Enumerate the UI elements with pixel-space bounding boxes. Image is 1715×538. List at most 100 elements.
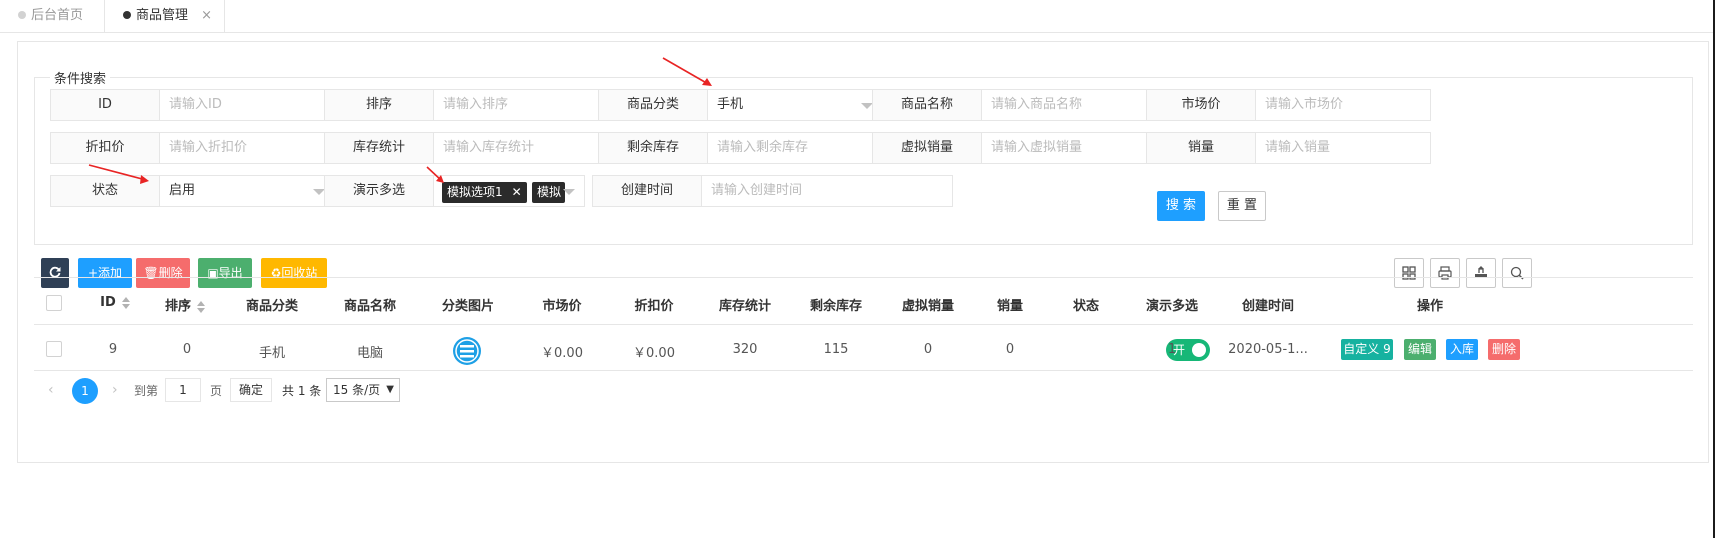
field-label: ID [50, 89, 160, 121]
col-header-market-price: 市场价 [542, 299, 582, 314]
annotation-arrow [662, 57, 712, 86]
cell-created: 2020-05-1... [1228, 342, 1308, 357]
prev-page-icon[interactable]: ‹ [48, 376, 54, 404]
field-label: 演示多选 [324, 175, 434, 207]
divider [34, 324, 1693, 325]
field-label: 剩余库存 [598, 132, 708, 164]
tab-label: 后台首页 [31, 8, 84, 23]
cell-discount-price: ￥0.00 [633, 346, 675, 361]
sort-icon[interactable] [197, 300, 205, 313]
col-header-category: 商品分类 [245, 299, 298, 314]
field-label: 创建时间 [592, 175, 702, 207]
sort-icon[interactable] [121, 296, 130, 309]
columns-button[interactable] [1394, 258, 1424, 288]
divider [34, 370, 1693, 371]
delete-row-button[interactable]: 删除 [1488, 339, 1520, 360]
tab-bar: 后台首页 商品管理 × [0, 0, 1713, 33]
stock-left-input[interactable]: 请输入剩余库存 [707, 132, 883, 164]
id-input[interactable]: 请输入ID [159, 89, 335, 121]
selected-tag: 模拟选项1 ✕ [442, 182, 527, 203]
col-header-name: 商品名称 [343, 299, 396, 314]
category-image-icon [453, 337, 481, 365]
add-button[interactable]: +添加 [78, 258, 132, 288]
stock-in-button[interactable]: 入库 [1446, 339, 1478, 360]
page-label: 页 [210, 384, 223, 398]
col-header-sort[interactable]: 排序 [150, 295, 220, 314]
col-header-status: 状态 [1072, 299, 1099, 314]
export-button[interactable]: ▣导出 [198, 258, 252, 288]
col-header-multi: 演示多选 [1145, 299, 1198, 314]
select-value: 启用 [169, 183, 196, 198]
divider [34, 277, 1693, 278]
refresh-button[interactable] [41, 258, 69, 288]
close-icon[interactable]: × [201, 0, 212, 32]
cell-multi: 1 [1167, 342, 1177, 357]
search-button[interactable]: 搜 索 [1157, 191, 1205, 221]
next-page-icon[interactable]: › [112, 376, 118, 404]
page-1-button[interactable]: 1 [72, 378, 98, 404]
tab-goods-management[interactable]: 商品管理 × [105, 0, 225, 32]
field-label: 商品分类 [598, 89, 708, 121]
field-label: 虚拟销量 [872, 132, 982, 164]
delete-button[interactable]: 🗑删除 [136, 258, 190, 288]
custom-action-button[interactable]: 自定义 9 [1341, 339, 1393, 360]
tab-dot-icon [18, 10, 26, 19]
col-header-discount-price: 折扣价 [634, 299, 674, 314]
sort-input[interactable]: 请输入排序 [433, 89, 609, 121]
divider [34, 244, 1693, 245]
created-input[interactable]: 请输入创建时间 [701, 175, 953, 207]
chevron-down-icon [563, 189, 575, 195]
page: 后台首页 商品管理 × 条件搜索 ID 请输入ID 排序 请输入排序 商品分类 … [0, 0, 1715, 538]
col-header-id[interactable]: ID [85, 295, 145, 310]
tag-label: 模拟 [537, 185, 562, 199]
goto-label: 到第 [134, 384, 159, 398]
tab-home[interactable]: 后台首页 [0, 0, 105, 32]
col-header-actions: 操作 [1416, 299, 1443, 314]
discount-price-input[interactable]: 请输入折扣价 [159, 132, 335, 164]
field-label: 市场价 [1146, 89, 1256, 121]
annotation-arrow [426, 166, 444, 183]
cell-name: 电脑 [356, 346, 383, 361]
export-table-button[interactable] [1466, 258, 1496, 288]
cell-sort: 0 [182, 342, 192, 357]
print-button[interactable] [1430, 258, 1460, 288]
edit-button[interactable]: 编辑 [1404, 339, 1436, 360]
row-checkbox[interactable] [46, 341, 62, 357]
annotation-arrow [88, 164, 149, 184]
cell-image[interactable] [452, 336, 482, 366]
cell-stock-left: 115 [823, 342, 849, 357]
market-price-input[interactable]: 请输入市场价 [1255, 89, 1431, 121]
selected-tag: 模拟 [532, 182, 565, 203]
field-label: 折扣价 [50, 132, 160, 164]
cell-category: 手机 [258, 346, 285, 361]
cell-stock-total: 320 [732, 342, 758, 357]
page-size-select[interactable]: 15 条/页 ▼ [326, 378, 400, 402]
tag-label: 模拟选项1 [447, 185, 503, 199]
search-toggle-button[interactable] [1502, 258, 1532, 288]
page-size-value: 15 条/页 [333, 383, 381, 397]
reset-button[interactable]: 重 置 [1218, 191, 1266, 221]
total-count: 共 1 条 [282, 384, 322, 398]
col-header-stock-total: 库存统计 [718, 299, 771, 314]
virtual-sales-input[interactable]: 请输入虚拟销量 [981, 132, 1157, 164]
name-input[interactable]: 请输入商品名称 [981, 89, 1157, 121]
category-select[interactable]: 手机 [707, 89, 883, 121]
search-legend: 条件搜索 [50, 68, 111, 87]
field-label: 销量 [1146, 132, 1256, 164]
stock-total-input[interactable]: 请输入库存统计 [433, 132, 609, 164]
col-header-stock-left: 剩余库存 [809, 299, 862, 314]
cell-market-price: ￥0.00 [541, 346, 583, 361]
close-icon[interactable]: ✕ [512, 185, 522, 199]
sales-input[interactable]: 请输入销量 [1255, 132, 1431, 164]
cell-sales: 0 [1005, 342, 1015, 357]
header-label: 排序 [164, 299, 191, 314]
status-select[interactable]: 启用 [159, 175, 335, 207]
col-header-image: 分类图片 [441, 299, 494, 314]
chevron-down-icon: ▼ [386, 384, 394, 395]
multi-select[interactable]: 模拟选项1 ✕ 模拟 [433, 175, 585, 207]
recycle-button[interactable]: ♻回收站 [261, 258, 327, 288]
header-label: ID [100, 295, 116, 310]
select-all-checkbox[interactable] [46, 295, 62, 311]
goto-confirm-button[interactable]: 确定 [230, 378, 272, 402]
goto-page-input[interactable]: 1 [165, 378, 201, 402]
